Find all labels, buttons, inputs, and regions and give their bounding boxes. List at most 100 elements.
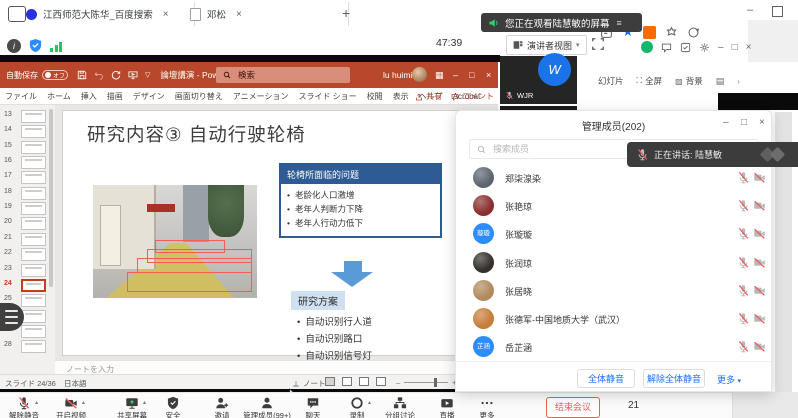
member-mic-muted-icon[interactable] [737, 340, 750, 353]
slide-thumbnail[interactable]: 16 [0, 155, 55, 170]
ppt-user-avatar[interactable] [412, 67, 427, 82]
tab-close-icon[interactable]: × [163, 9, 169, 20]
problem-textbox[interactable]: 轮椅所面临的问题 老龄化人口激增老年人判断力下降老年人行动力低下 [279, 163, 442, 238]
more-button[interactable]: 更多 ▾ [717, 373, 741, 386]
toast-menu-icon[interactable]: ≡ [617, 18, 622, 28]
ppt-menu-item[interactable]: 画面切り替え [175, 91, 223, 102]
unmute-all-button[interactable]: 解除全体静音 [643, 369, 705, 388]
browser-tab[interactable]: 江西师范大陈华_百度搜索× [18, 2, 195, 26]
member-row[interactable]: 张德军-中国地质大学（武汉） [456, 305, 771, 333]
window-maximize-icon[interactable]: □ [732, 42, 738, 53]
side-toolbar-幻灯片[interactable]: 幻灯片 [598, 75, 624, 87]
slide-thumbnail[interactable]: 14 [0, 124, 55, 139]
share-button[interactable]: 共有 [415, 91, 442, 102]
extension-icon-green[interactable] [641, 41, 653, 53]
side-toolbar-全屏[interactable]: ⛶全屏 [637, 75, 663, 87]
browser-tab[interactable]: 邓松× [182, 2, 349, 26]
end-meeting-button[interactable]: 结束会议 [546, 397, 600, 418]
member-camera-off-icon[interactable] [753, 284, 766, 297]
comments-button[interactable]: コメント [451, 91, 494, 102]
toolbar-more[interactable]: 更多 [455, 394, 519, 418]
new-tab-button[interactable]: + [342, 5, 350, 21]
member-camera-off-icon[interactable] [753, 312, 766, 325]
ppt-menu-item[interactable]: 表示 [393, 91, 409, 102]
mute-all-button[interactable]: 全体静音 [577, 369, 635, 388]
member-row[interactable]: 张艳琼 [456, 192, 771, 220]
normal-view-icon[interactable] [325, 377, 335, 386]
ppt-menu-item[interactable]: アニメーション [233, 91, 289, 102]
toolbar-camera-off[interactable]: 开启视频 [39, 394, 103, 418]
member-row[interactable]: 璇璇张璇璇 [456, 220, 771, 248]
slide-thumbnail[interactable]: 28 [0, 339, 55, 354]
ppt-menu-item[interactable]: デザイン [133, 91, 165, 102]
member-row[interactable]: 芷涵岳芷涵 [456, 333, 771, 361]
notes-input-area[interactable]: ノートを入力 [55, 360, 498, 375]
thumbnail-preview [21, 233, 46, 246]
speaker-view-button[interactable]: 演讲者视图 ▾ [506, 35, 587, 55]
member-camera-off-icon[interactable] [753, 340, 766, 353]
ppt-menu-item[interactable]: ホーム [47, 91, 71, 102]
chevron-right-icon[interactable]: › [737, 77, 740, 86]
chevron-up-icon[interactable]: ▴ [35, 399, 38, 406]
member-camera-off-icon[interactable] [753, 171, 766, 184]
ppt-menu-item[interactable]: 校閲 [367, 91, 383, 102]
network-signal-icon[interactable] [50, 41, 64, 52]
member-row[interactable]: 郑柒湶染 [456, 164, 771, 192]
member-mic-muted-icon[interactable] [737, 312, 750, 325]
ppt-menu-item[interactable]: スライド ショー [298, 91, 356, 102]
member-camera-off-icon[interactable] [753, 227, 766, 240]
panel-close-button[interactable]: × [759, 117, 765, 128]
window-close-icon[interactable]: × [746, 42, 752, 53]
tab-groups-icon[interactable] [687, 26, 700, 39]
panel-list-icon[interactable]: ▤ [716, 76, 725, 87]
member-camera-off-icon[interactable] [753, 199, 766, 212]
member-mic-muted-icon[interactable] [737, 284, 750, 297]
member-mic-muted-icon[interactable] [737, 171, 750, 184]
member-row[interactable]: 张居晓 [456, 277, 771, 305]
down-arrow-shape[interactable] [331, 261, 375, 287]
slide-thumbnail[interactable]: 13 [0, 109, 55, 124]
slide-thumbnail[interactable]: 20 [0, 216, 55, 231]
tab-close-icon[interactable]: × [236, 9, 242, 20]
browser-minimize-button[interactable]: – [742, 4, 758, 20]
zoom-out-button[interactable]: – [396, 378, 400, 387]
slide-thumbnail[interactable]: 21 [0, 232, 55, 247]
video-tile-wjr[interactable]: W WJR [500, 56, 577, 104]
ppt-menu-item[interactable]: 挿入 [81, 91, 97, 102]
reading-view-icon[interactable] [359, 377, 369, 386]
slide-thumbnail[interactable]: 23 [0, 263, 55, 278]
ppt-menu-item[interactable]: ファイル [5, 91, 37, 102]
thumbs-up-icon[interactable] [680, 42, 691, 53]
member-mic-muted-icon[interactable] [737, 256, 750, 269]
zoom-slider[interactable] [404, 382, 448, 383]
slide-canvas[interactable]: 研究内容③ 自动行驶轮椅 轮椅所面临的问题 老龄化人口激增老年人判断力下降老年人… [62, 110, 492, 356]
extension-icon-orange[interactable] [643, 26, 656, 39]
slide-thumbnail[interactable]: 24 [0, 278, 55, 293]
slideshow-icon[interactable] [376, 377, 386, 386]
speaker-icon [488, 17, 500, 29]
solution-textbox[interactable]: 研究方案 自动识别行人道自动识别路口自动识别信号灯 [291, 291, 372, 371]
chevron-up-icon[interactable]: ▴ [82, 399, 85, 406]
window-minimize-icon[interactable]: – [718, 42, 724, 53]
ppt-menu-item[interactable]: 描画 [107, 91, 123, 102]
slide-thumbnail[interactable]: 15 [0, 140, 55, 155]
slide-thumbnail[interactable]: 18 [0, 186, 55, 201]
slide-sorter-icon[interactable] [342, 377, 352, 386]
chat-bubble-icon[interactable] [661, 42, 672, 53]
extensions-icon[interactable] [665, 26, 678, 39]
slide-thumbnail[interactable]: 17 [0, 170, 55, 185]
member-mic-muted-icon[interactable] [737, 199, 750, 212]
meeting-security-icon[interactable] [28, 38, 43, 53]
language-indicator[interactable]: 日本語 [64, 378, 87, 389]
panel-maximize-button[interactable]: □ [741, 117, 747, 128]
gear-icon[interactable] [699, 42, 710, 53]
slide-thumbnail[interactable]: 19 [0, 201, 55, 216]
member-row[interactable]: 张润琼 [456, 249, 771, 277]
member-camera-off-icon[interactable] [753, 256, 766, 269]
meeting-info-icon[interactable]: i [7, 39, 21, 53]
panel-minimize-button[interactable]: – [723, 117, 729, 128]
browser-maximize-button[interactable] [772, 6, 783, 17]
member-mic-muted-icon[interactable] [737, 227, 750, 240]
slide-thumbnail[interactable]: 22 [0, 247, 55, 262]
side-toolbar-背景[interactable]: ▨背景 [675, 75, 703, 87]
